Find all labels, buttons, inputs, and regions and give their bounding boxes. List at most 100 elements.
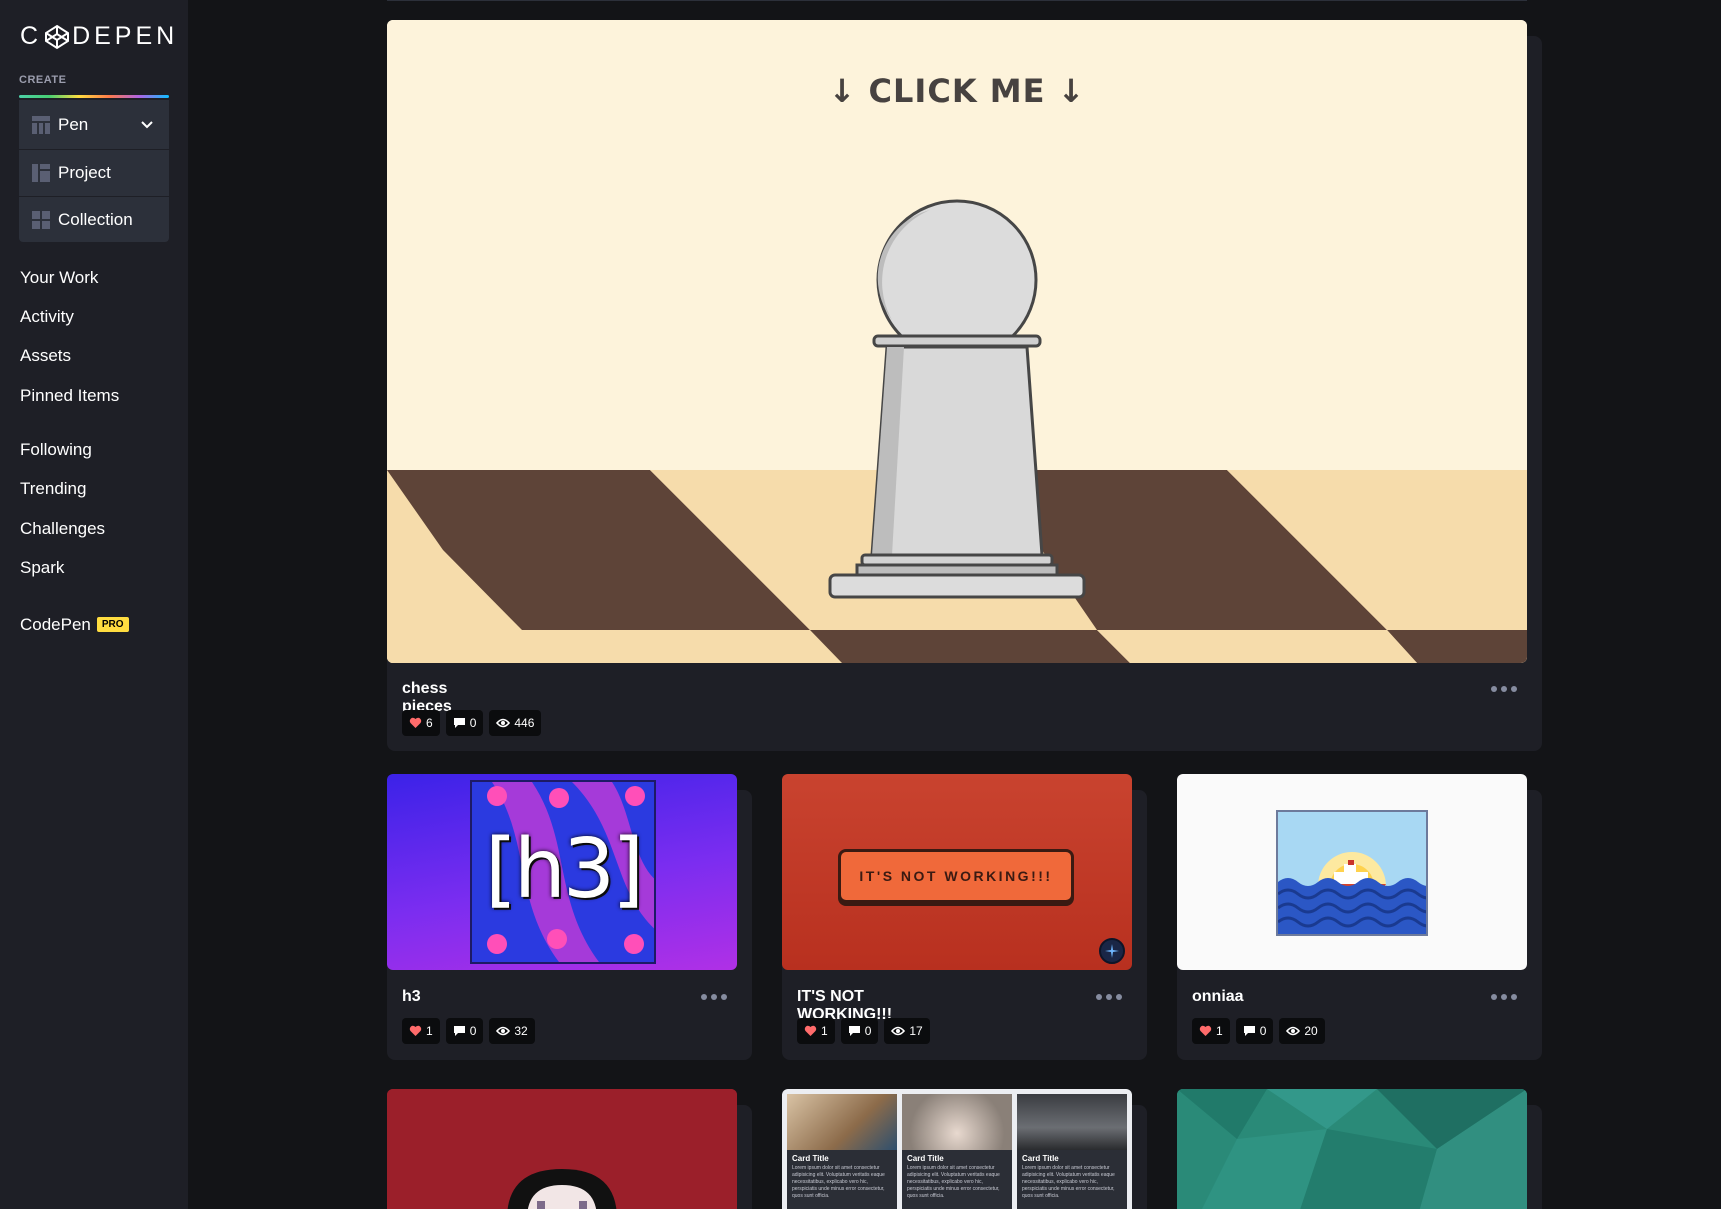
like-count: 6	[426, 716, 433, 730]
like-button[interactable]: 1	[797, 1018, 835, 1044]
eye-icon	[496, 1026, 511, 1036]
comment-button[interactable]: 0	[445, 1018, 484, 1044]
comment-count: 0	[469, 716, 477, 730]
top-divider	[387, 0, 1527, 1]
more-dots-icon[interactable]	[1096, 994, 1122, 1002]
codepen-logo[interactable]: C DEPEN	[20, 22, 178, 51]
comment-button[interactable]: 0	[445, 710, 484, 736]
eye-icon	[496, 718, 511, 728]
pen-preview[interactable]: Card Title Lorem ipsum dolor sit amet co…	[782, 1089, 1132, 1209]
view-count: 17	[909, 1024, 923, 1038]
mask-illustration	[387, 1089, 737, 1209]
mini-card-text: Lorem ipsum dolor sit amet consectetur a…	[907, 1165, 1000, 1199]
comment-count: 0	[864, 1024, 872, 1038]
nav-your-work[interactable]: Your Work	[20, 268, 98, 288]
pen-preview[interactable]	[387, 1089, 737, 1209]
collection-icon	[32, 210, 50, 229]
pen-stats: 1 0 32	[402, 1018, 535, 1044]
nav-codepen-pro[interactable]: CodePen PRO	[20, 615, 129, 635]
nav-activity[interactable]: Activity	[20, 307, 74, 327]
mini-card-image	[902, 1094, 1012, 1150]
like-count: 1	[821, 1024, 828, 1038]
sidebar: C DEPEN CREATE Pen Project Collection Yo…	[0, 0, 188, 1209]
more-dots-icon[interactable]	[701, 994, 727, 1002]
heart-icon	[409, 717, 422, 728]
nav-assets[interactable]: Assets	[20, 346, 71, 366]
chevron-down-icon[interactable]	[139, 117, 155, 133]
mini-card: Card Title Lorem ipsum dolor sit amet co…	[902, 1094, 1012, 1209]
mini-card-text: Lorem ipsum dolor sit amet consectetur a…	[792, 1165, 885, 1199]
create-label: CREATE	[19, 74, 67, 86]
view-count: 32	[514, 1024, 528, 1038]
more-dots-icon[interactable]	[1491, 994, 1517, 1002]
nav-following[interactable]: Following	[20, 440, 92, 460]
heart-icon	[409, 1025, 422, 1036]
heart-icon	[1199, 1025, 1212, 1036]
pen-preview[interactable]	[1177, 774, 1527, 970]
views-button[interactable]: 446	[489, 710, 542, 736]
not-working-button[interactable]: IT'S NOT WORKING!!!	[838, 849, 1074, 903]
mini-card-title: Card Title	[1022, 1154, 1059, 1163]
mini-card-image	[787, 1094, 897, 1150]
comment-icon	[1243, 1026, 1255, 1036]
pen-preview[interactable]	[1177, 1089, 1527, 1209]
comment-button[interactable]: 0	[1235, 1018, 1274, 1044]
pen-icon	[32, 116, 50, 134]
pen-title[interactable]: onniaa	[1192, 988, 1244, 1006]
views-button[interactable]: 20	[1279, 1018, 1325, 1044]
heart-icon	[804, 1025, 817, 1036]
mini-card-text: Lorem ipsum dolor sit amet consectetur a…	[1022, 1165, 1115, 1199]
chessboard-illustration	[387, 20, 1527, 663]
pen-preview[interactable]: [h3]	[387, 774, 737, 970]
eye-icon	[891, 1026, 906, 1036]
codepen-pro-label: CodePen	[20, 615, 91, 634]
views-button[interactable]: 32	[489, 1018, 535, 1044]
click-me-text[interactable]: ↓ CLICK ME ↓	[387, 72, 1527, 110]
comment-icon	[848, 1026, 860, 1036]
view-count: 446	[514, 716, 535, 730]
mini-card: Card Title Lorem ipsum dolor sit amet co…	[1017, 1094, 1127, 1209]
create-menu: Pen Project Collection	[19, 100, 169, 242]
nav-trending[interactable]: Trending	[20, 479, 86, 499]
mini-card-title: Card Title	[792, 1154, 829, 1163]
geometric-pattern	[1177, 1089, 1527, 1209]
pen-preview[interactable]: ↓ CLICK ME ↓	[387, 20, 1527, 663]
pen-stats: 6 0 446	[402, 710, 542, 736]
view-count: 20	[1304, 1024, 1318, 1038]
nav-challenges[interactable]: Challenges	[20, 519, 105, 539]
project-icon	[32, 163, 50, 182]
comment-count: 0	[1259, 1024, 1267, 1038]
mini-card-title: Card Title	[907, 1154, 944, 1163]
comment-icon	[453, 1026, 465, 1036]
views-button[interactable]: 17	[884, 1018, 930, 1044]
pen-stats: 1 0 20	[1192, 1018, 1325, 1044]
h3-preview-text: [h3]	[484, 822, 644, 917]
like-button[interactable]: 1	[1192, 1018, 1230, 1044]
sparkle-icon	[1099, 938, 1125, 964]
pen-title[interactable]: h3	[402, 988, 421, 1006]
create-collection-label: Collection	[58, 209, 133, 229]
like-count: 1	[1216, 1024, 1223, 1038]
like-button[interactable]: 6	[402, 710, 440, 736]
comment-button[interactable]: 0	[840, 1018, 879, 1044]
more-dots-icon[interactable]	[1491, 686, 1517, 694]
mini-card: Card Title Lorem ipsum dolor sit amet co…	[787, 1094, 897, 1209]
create-divider	[19, 95, 169, 98]
h3-graphic: [h3]	[470, 780, 656, 964]
nav-spark[interactable]: Spark	[20, 558, 64, 578]
eye-icon	[1286, 1026, 1301, 1036]
create-project-label: Project	[58, 162, 111, 182]
create-pen-button[interactable]: Pen	[19, 102, 169, 148]
boat-illustration	[1276, 810, 1428, 936]
comment-count: 0	[469, 1024, 477, 1038]
create-pen-label: Pen	[58, 115, 89, 134]
nav-pinned-items[interactable]: Pinned Items	[20, 386, 119, 406]
mini-card-image	[1017, 1094, 1127, 1150]
like-count: 1	[426, 1024, 433, 1038]
create-project-button[interactable]: Project	[19, 149, 169, 195]
like-button[interactable]: 1	[402, 1018, 440, 1044]
pen-preview[interactable]: IT'S NOT WORKING!!!	[782, 774, 1132, 970]
pen-stats: 1 0 17	[797, 1018, 930, 1044]
pro-badge: PRO	[96, 617, 129, 632]
create-collection-button[interactable]: Collection	[19, 196, 169, 242]
